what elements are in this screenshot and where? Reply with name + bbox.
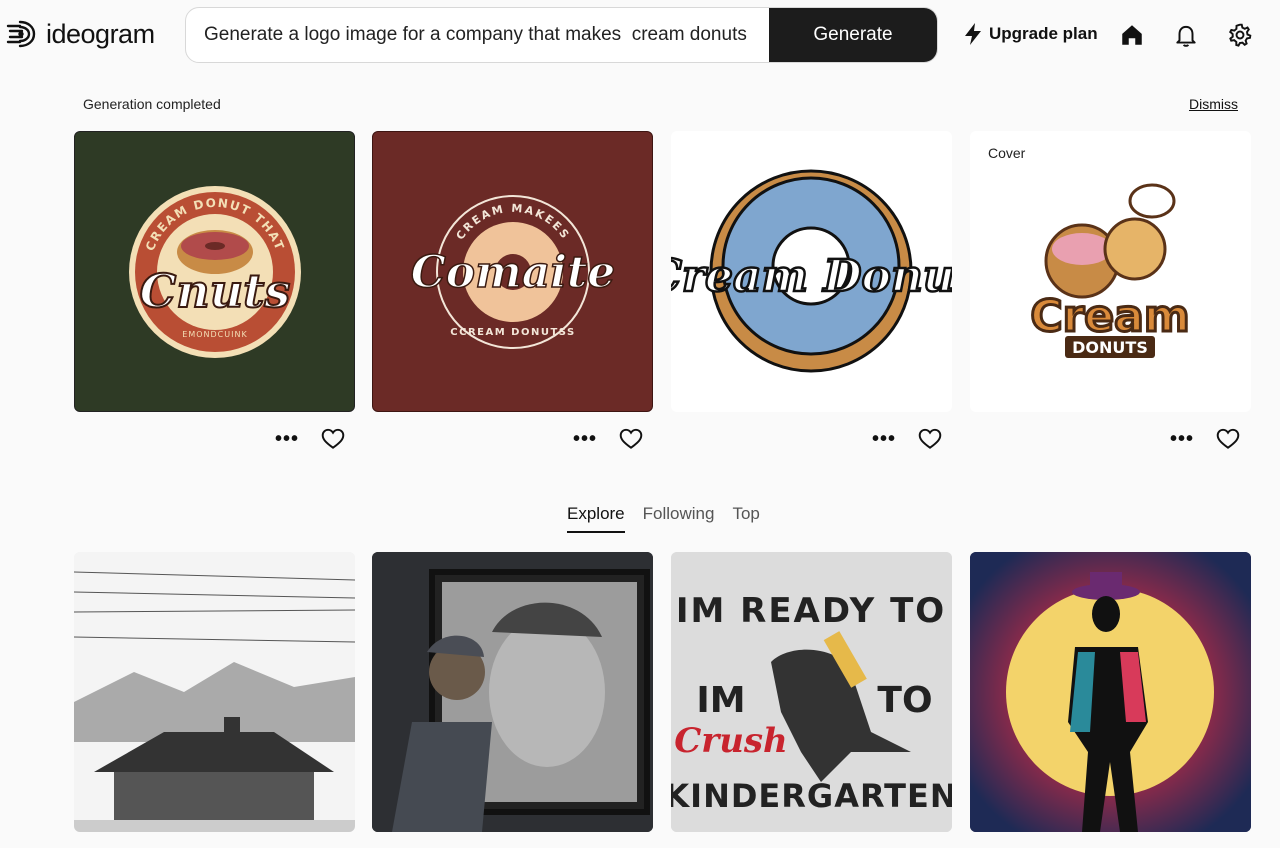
donut-logo-art-1: CREAM DONUT THAT Cnuts EMONDCUINK <box>129 186 301 358</box>
generate-button[interactable]: Generate <box>769 8 937 62</box>
dino-accent: Crush <box>674 721 788 761</box>
dino-line-2b: TO <box>877 680 932 721</box>
bell-icon <box>1176 25 1196 47</box>
image-actions-4: ••• <box>1169 426 1241 452</box>
image-actions-3: ••• <box>871 426 943 452</box>
logo-bottom-text-2: CCREAM DONUTSS <box>450 327 575 338</box>
cabin-sketch-art <box>74 552 355 832</box>
home-button[interactable] <box>1118 21 1146 49</box>
donut-logo-art-4: Cream DONUTS <box>1029 183 1191 358</box>
prompt-input[interactable] <box>186 8 771 62</box>
dino-line-2a: IM <box>696 680 745 721</box>
settings-button[interactable] <box>1226 21 1254 49</box>
image-actions-2: ••• <box>572 426 644 452</box>
more-options-button[interactable]: ••• <box>1169 429 1195 449</box>
brand-name: ideogram <box>46 18 155 49</box>
silhouette-sunset-art <box>970 552 1251 832</box>
logo-bottom-text-4: DONUTS <box>1072 338 1148 357</box>
dismiss-link[interactable]: Dismiss <box>1189 96 1238 112</box>
lightning-icon <box>965 23 981 45</box>
logo-main-text-2: Comaite <box>411 247 615 298</box>
explore-image-2[interactable] <box>372 552 653 832</box>
tab-following[interactable]: Following <box>643 504 715 533</box>
heart-icon[interactable] <box>320 426 346 452</box>
logo-main-text-3: Cream Donut <box>671 251 952 302</box>
notifications-button[interactable] <box>1172 21 1200 49</box>
upgrade-plan-label: Upgrade plan <box>989 24 1098 43</box>
top-bar: ideogram Generate Upgrade plan <box>0 0 1280 72</box>
logo-main-text-4: Cream <box>1030 291 1189 342</box>
generated-image-4[interactable]: Cover Cream DONUTS <box>970 131 1251 412</box>
image-actions-1: ••• <box>274 426 346 452</box>
generated-image-3[interactable]: Cream Donut <box>671 131 952 412</box>
ideogram-logo-icon <box>6 20 36 48</box>
brand-logo[interactable]: ideogram <box>6 18 155 50</box>
explore-image-3[interactable]: IM READY TO IM TO Crush KINDERGARTEN <box>671 552 952 832</box>
donut-logo-art-3: Cream Donut <box>671 169 952 373</box>
home-icon <box>1122 25 1142 45</box>
dino-line-1: IM READY TO <box>676 591 946 631</box>
tab-top[interactable]: Top <box>732 504 759 533</box>
tab-explore[interactable]: Explore <box>567 504 625 533</box>
cover-badge: Cover <box>988 145 1026 161</box>
portrait-screen-art <box>372 552 653 832</box>
heart-icon[interactable] <box>618 426 644 452</box>
dino-line-3: KINDERGARTEN <box>671 777 952 815</box>
more-options-button[interactable]: ••• <box>871 429 897 449</box>
heart-icon[interactable] <box>917 426 943 452</box>
more-options-button[interactable]: ••• <box>274 429 300 449</box>
more-options-button[interactable]: ••• <box>572 429 598 449</box>
logo-bottom-text-1: EMONDCUINK <box>182 330 247 339</box>
generated-image-1[interactable]: CREAM DONUT THAT Cnuts EMONDCUINK <box>74 131 355 412</box>
generation-status: Generation completed <box>83 96 221 112</box>
upgrade-plan-button[interactable]: Upgrade plan <box>963 22 1098 46</box>
feed-tabs: Explore Following Top <box>567 504 760 533</box>
gear-icon <box>1229 23 1252 47</box>
logo-main-text-1: Cnuts <box>140 264 291 318</box>
heart-icon[interactable] <box>1215 426 1241 452</box>
donut-logo-art-2: CREAM MAKEES Comaite CCREAM DONUTSS <box>410 195 616 349</box>
explore-image-1[interactable] <box>74 552 355 832</box>
generated-image-2[interactable]: CREAM MAKEES Comaite CCREAM DONUTSS <box>372 131 653 412</box>
explore-image-4[interactable] <box>970 552 1251 832</box>
dino-tshirt-art: IM READY TO IM TO Crush KINDERGARTEN <box>671 552 952 832</box>
prompt-box: Generate <box>185 7 938 63</box>
